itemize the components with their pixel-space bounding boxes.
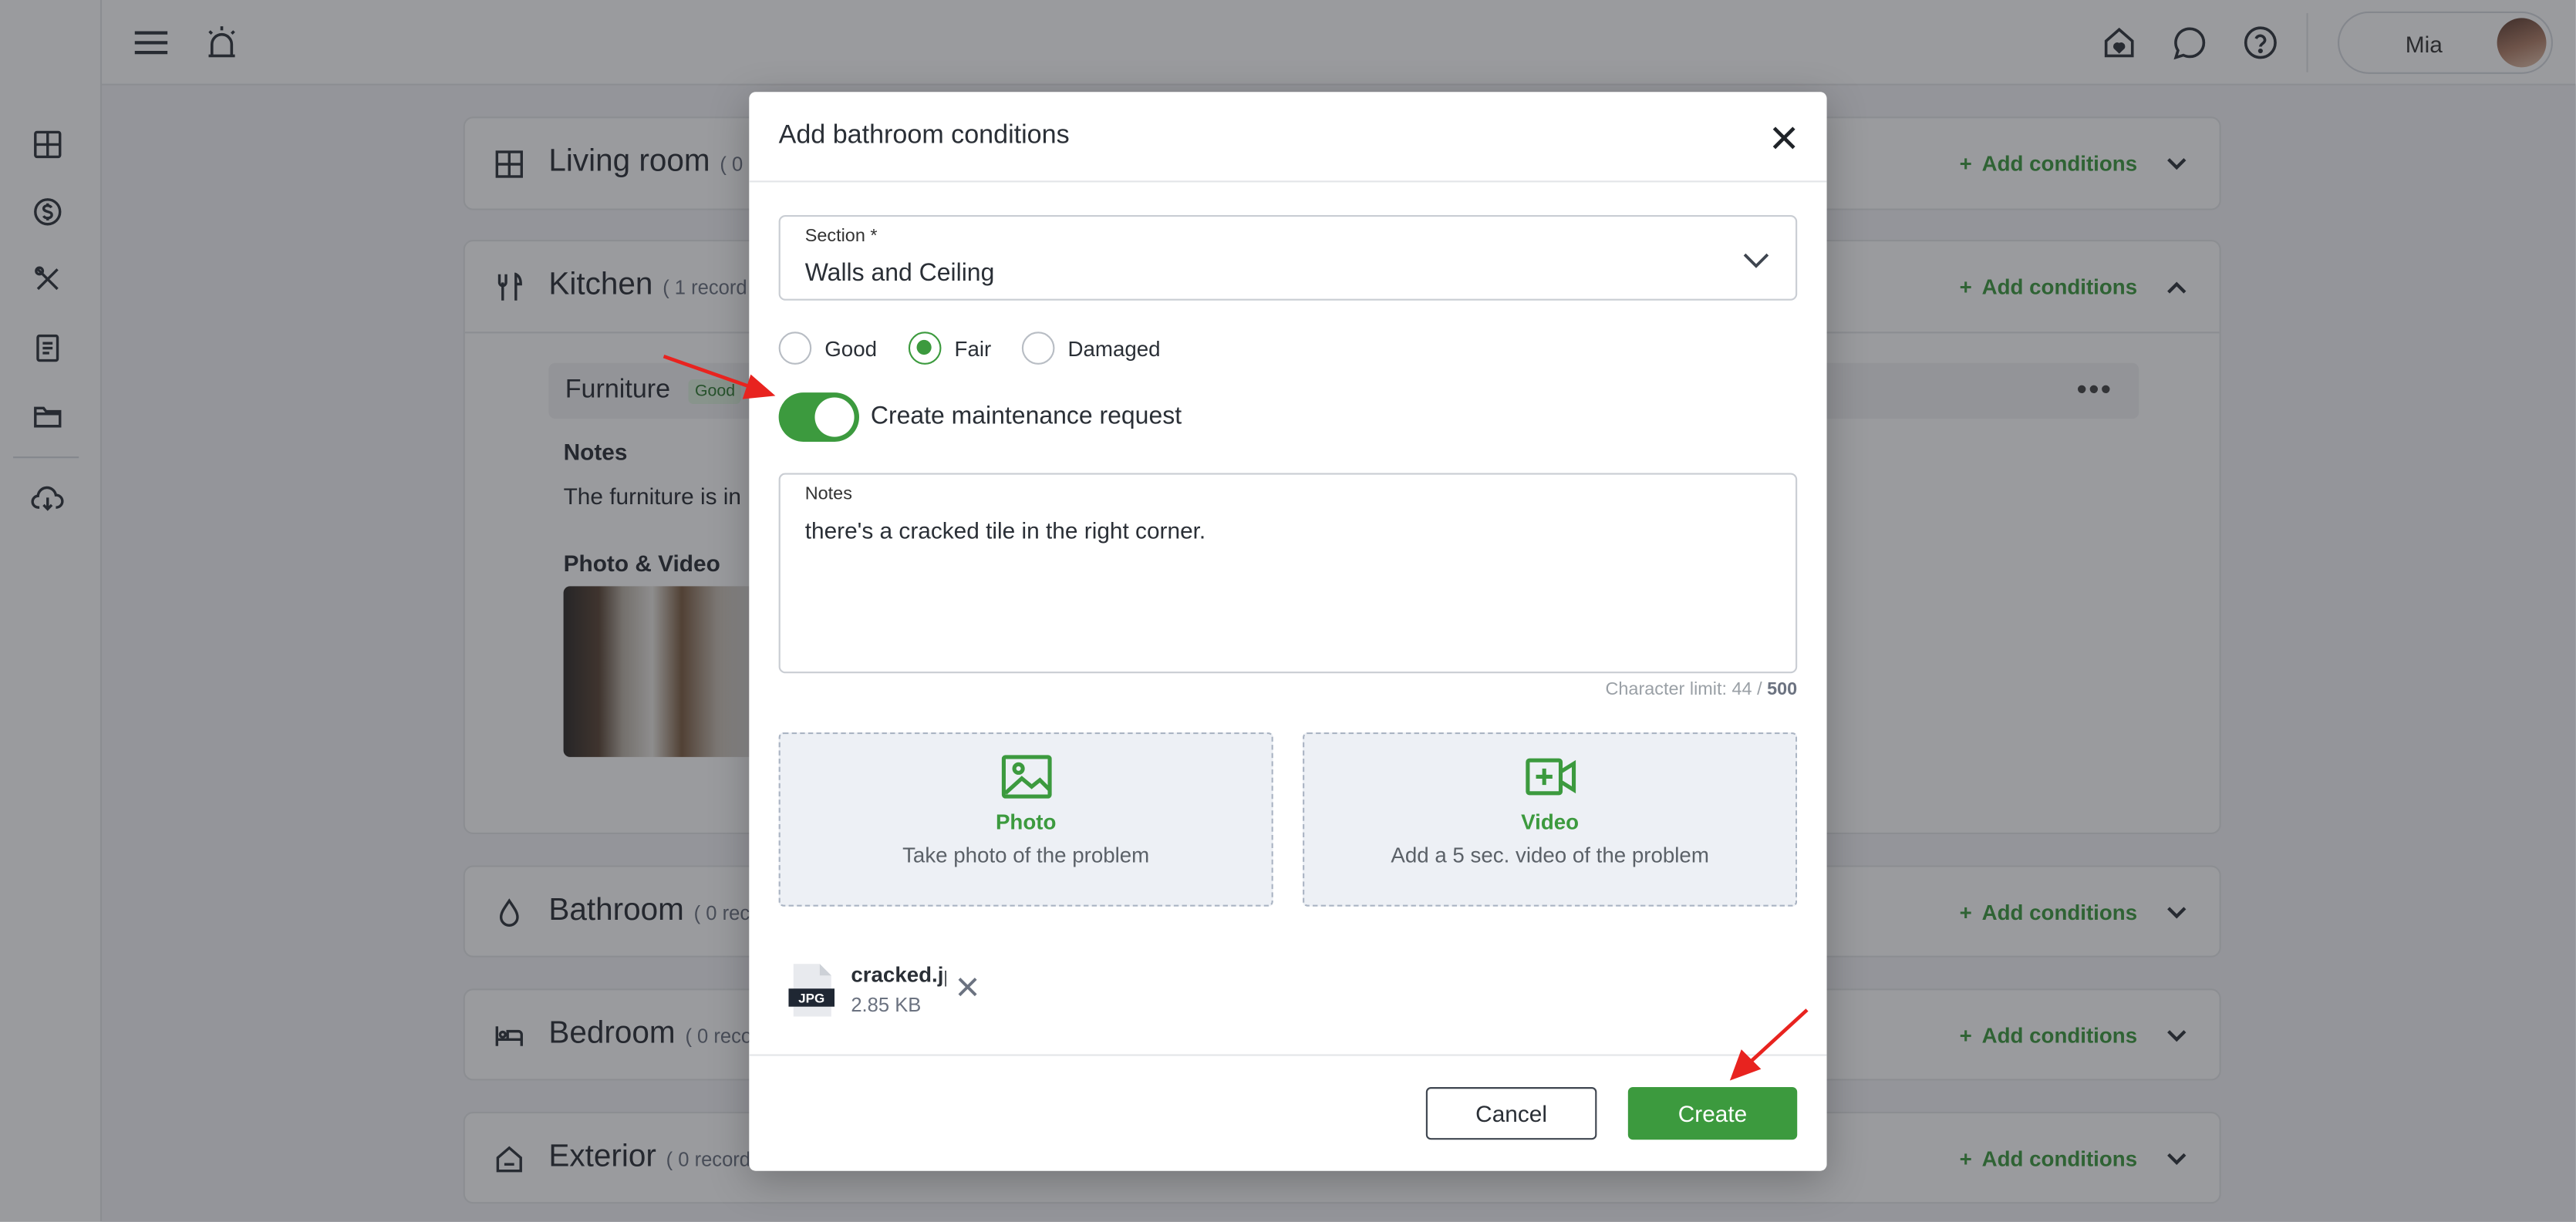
character-limit-max: 500 [1767, 679, 1798, 700]
section-select-value: Walls and Ceiling [804, 259, 995, 288]
maintenance-request-label: Create maintenance request [870, 402, 1182, 431]
photo-upload-button[interactable]: Photo Take photo of the problem [778, 732, 1273, 907]
cancel-button[interactable]: Cancel [1425, 1087, 1597, 1140]
radio-label: Good [824, 335, 878, 361]
condition-radio-damaged[interactable]: Damaged [1021, 332, 1161, 365]
add-conditions-modal: Add bathroom conditions Section * Walls … [749, 92, 1827, 1171]
radio-circle [1021, 332, 1055, 365]
video-upload-subtitle: Add a 5 sec. video of the problem [1391, 842, 1709, 867]
radio-circle [778, 332, 812, 365]
chevron-down-icon [1743, 253, 1769, 268]
section-select[interactable]: Section * Walls and Ceiling [778, 215, 1798, 301]
jpg-file-icon: JPG [788, 964, 835, 1017]
radio-label: Fair [954, 335, 992, 361]
modal-footer-divider [749, 1054, 1827, 1056]
maintenance-request-toggle[interactable] [778, 392, 859, 442]
photo-upload-title: Photo [995, 810, 1057, 835]
image-icon [1000, 755, 1051, 799]
notes-label: Notes [804, 484, 852, 504]
remove-file-icon[interactable] [956, 975, 979, 998]
character-limit: Character limit: 44 / 500 [1605, 680, 1797, 700]
video-add-icon [1525, 758, 1576, 796]
notes-textarea[interactable]: Notes there's a cracked tile in the righ… [778, 473, 1798, 674]
file-type-label: JPG [798, 991, 824, 1005]
modal-header-divider [749, 180, 1827, 183]
character-limit-text: Character limit: 44 / [1605, 679, 1768, 700]
section-select-label: Section * [804, 226, 878, 247]
condition-radio-fair[interactable]: Fair [908, 332, 992, 365]
file-size: 2.85 KB [851, 993, 922, 1017]
app-root: Mia Living room( 0 r + Add conditions Kit… [0, 0, 2576, 1222]
modal-title: Add bathroom conditions [778, 121, 1070, 150]
create-button[interactable]: Create [1627, 1087, 1798, 1140]
annotation-arrow-create [1729, 1008, 1809, 1081]
condition-radio-good[interactable]: Good [778, 332, 878, 365]
video-upload-title: Video [1521, 810, 1580, 835]
file-name: cracked.jpg [851, 962, 946, 988]
photo-upload-subtitle: Take photo of the problem [902, 842, 1150, 867]
close-icon[interactable] [1768, 122, 1801, 155]
notes-value: there's a cracked tile in the right corn… [804, 517, 1206, 544]
toggle-knob [814, 397, 855, 437]
annotation-arrow-toggle [663, 354, 776, 399]
radio-label: Damaged [1067, 335, 1161, 361]
video-upload-button[interactable]: Video Add a 5 sec. video of the problem [1303, 732, 1798, 907]
radio-circle-selected [908, 332, 942, 365]
